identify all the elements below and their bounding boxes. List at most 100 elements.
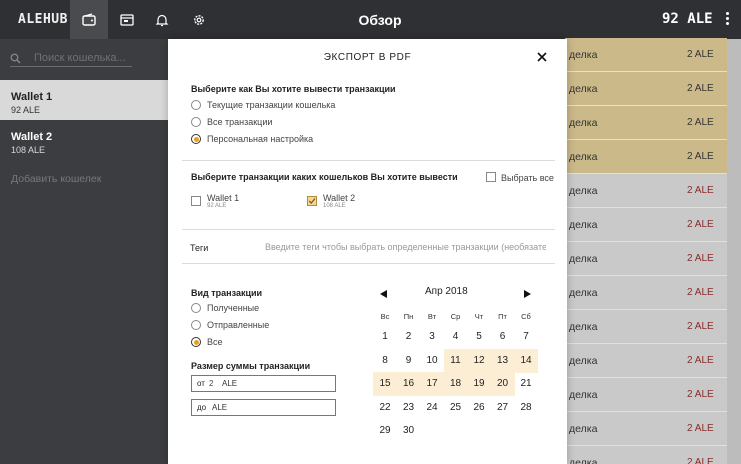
modal-title: ЭКСПОРТ В PDF	[323, 52, 412, 63]
transaction-amount: 2 ALE	[687, 287, 714, 298]
calendar-day[interactable]: 11	[444, 349, 468, 372]
transaction-row[interactable]: делка 2 ALE	[565, 412, 727, 445]
transaction-amount: 2 ALE	[687, 219, 714, 230]
calendar-day[interactable]: 12	[467, 349, 491, 372]
calendar-day[interactable]: 13	[491, 349, 515, 372]
calendar-day[interactable]: 29	[373, 419, 397, 442]
calendar-day[interactable]: 18	[444, 372, 468, 395]
calendar-day[interactable]: 15	[373, 372, 397, 395]
calendar-day[interactable]: 28	[514, 396, 538, 419]
amount-to-field[interactable]: до ALE	[191, 399, 336, 416]
transaction-row[interactable]: делка 2 ALE	[565, 310, 727, 343]
calendar-day[interactable]: 7	[514, 325, 538, 348]
tags-input[interactable]	[265, 240, 546, 254]
calendar-prev-button[interactable]	[380, 289, 390, 299]
calendar-day[interactable]: 24	[420, 396, 444, 419]
calendar-day[interactable]: 23	[397, 396, 421, 419]
tx-type-label: Вид транзакции	[191, 288, 263, 298]
transaction-row[interactable]: делка 2 ALE	[565, 174, 727, 207]
transaction-row[interactable]: делка 2 ALE	[565, 446, 727, 464]
wallet-search	[10, 51, 132, 67]
radio-label: Персональная настройка	[207, 134, 314, 144]
gear-icon	[194, 14, 204, 25]
calendar-day[interactable]: 30	[397, 419, 421, 442]
transaction-label: делка	[569, 219, 598, 231]
calendar-day[interactable]: 6	[491, 325, 515, 348]
radio-output-custom[interactable]: Персональная настройка	[191, 134, 313, 144]
calendar-day[interactable]: 14	[514, 349, 538, 372]
transaction-label: делка	[569, 253, 598, 265]
transaction-row[interactable]: делка 2 ALE	[565, 106, 727, 139]
calendar-day[interactable]: 4	[444, 325, 468, 348]
triangle-left-icon	[380, 290, 387, 298]
amount-from-field[interactable]: от ALE	[191, 375, 336, 392]
wallet-2-checkbox[interactable]	[307, 196, 317, 206]
transaction-row[interactable]: делка 2 ALE	[565, 208, 727, 241]
transaction-row[interactable]: делка 2 ALE	[565, 344, 727, 377]
calendar-day[interactable]: 26	[467, 396, 491, 419]
calendar-day[interactable]: 27	[491, 396, 515, 419]
nav-wallet-button[interactable]	[70, 0, 108, 39]
calendar-day[interactable]: 8	[373, 349, 397, 372]
transaction-amount: 2 ALE	[687, 49, 714, 60]
select-all-checkbox[interactable]	[486, 172, 496, 182]
radio-tx-sent[interactable]: Отправленные	[191, 320, 269, 330]
transaction-row[interactable]: делка 2 ALE	[565, 242, 727, 275]
sidebar-wallet-1[interactable]: Wallet 1 92 ALE	[0, 80, 170, 120]
top-bar: ALEHUB Обзор 92 ALE	[0, 0, 741, 39]
nav-history-button[interactable]	[108, 0, 146, 39]
radio-label: Отправленные	[207, 320, 270, 330]
calendar-day[interactable]: 16	[397, 372, 421, 395]
transaction-label: делка	[569, 117, 598, 129]
transaction-label: делка	[569, 151, 598, 163]
wallet-search-input[interactable]	[34, 51, 130, 65]
sidebar-wallet-2[interactable]: Wallet 2 108 ALE	[0, 120, 170, 160]
kebab-menu-icon[interactable]	[724, 12, 730, 28]
transaction-label: делка	[569, 355, 598, 367]
transaction-row[interactable]: делка 2 ALE	[565, 378, 727, 411]
calendar-day[interactable]: 1	[373, 325, 397, 348]
calendar-day[interactable]: 10	[420, 349, 444, 372]
transaction-row[interactable]: делка 2 ALE	[565, 140, 727, 173]
calendar-next-button[interactable]	[523, 289, 533, 299]
calendar-day[interactable]: 3	[420, 325, 444, 348]
calendar-day[interactable]: 20	[491, 372, 515, 395]
triangle-right-icon	[524, 290, 531, 298]
transaction-row[interactable]: делка 2 ALE	[565, 276, 727, 309]
wallet-1-checkbox[interactable]	[191, 196, 201, 206]
radio-label: Все транзакции	[207, 117, 273, 127]
calendar-day[interactable]: 9	[397, 349, 421, 372]
calendar-day[interactable]: 25	[444, 396, 468, 419]
calendar-day[interactable]: 22	[373, 396, 397, 419]
calendar-day[interactable]: 2	[397, 325, 421, 348]
calendar-day[interactable]: 19	[467, 372, 491, 395]
transaction-amount: 2 ALE	[687, 83, 714, 94]
calendar-day[interactable]: 5	[467, 325, 491, 348]
nav-notifications-button[interactable]	[143, 0, 181, 39]
close-button[interactable]	[536, 51, 548, 63]
transaction-row[interactable]: делка 2 ALE	[565, 38, 727, 71]
calendar-day[interactable]: 21	[514, 372, 538, 395]
select-all-label: Выбрать все	[501, 173, 554, 183]
weekday-label: Вс	[380, 312, 390, 321]
sidebar: Wallet 1 92 ALE Wallet 2 108 ALE Добавит…	[0, 39, 170, 464]
nav-settings-button[interactable]	[180, 0, 218, 39]
radio-circle	[191, 303, 201, 313]
wallets-section-label: Выберите транзакции каких кошельков Вы х…	[191, 172, 458, 182]
add-wallet-link[interactable]: Добавить кошелек	[11, 173, 101, 185]
header-balance: 92 ALE	[662, 11, 713, 27]
radio-tx-received[interactable]: Полученные	[191, 303, 259, 313]
wallet-2-label: Wallet 2	[323, 193, 356, 203]
tags-label: Теги	[190, 243, 209, 253]
radio-output-all[interactable]: Все транзакции	[191, 117, 272, 127]
transaction-label: делка	[569, 423, 598, 435]
transaction-amount: 2 ALE	[687, 321, 714, 332]
weekday-label: Пт	[498, 312, 507, 321]
radio-label: Все	[207, 337, 223, 347]
radio-output-current[interactable]: Текущие транзакции кошелька	[191, 100, 335, 110]
transaction-row[interactable]: делка 2 ALE	[565, 72, 727, 105]
radio-tx-all[interactable]: Все	[191, 337, 223, 347]
bell-icon	[155, 14, 169, 26]
wallet-balance: 108 ALE	[11, 145, 46, 155]
calendar-day[interactable]: 17	[420, 372, 444, 395]
